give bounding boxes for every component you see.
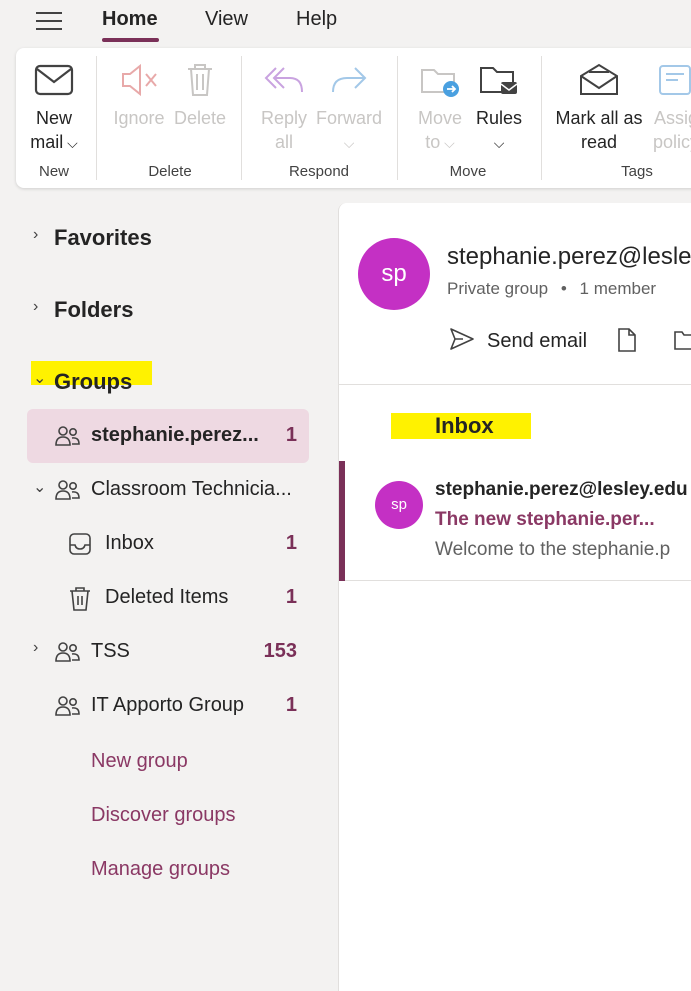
group-avatar: sp xyxy=(358,238,430,310)
new-group-link[interactable]: New group xyxy=(91,750,188,773)
separator-dot-icon: • xyxy=(560,279,567,298)
message-list-item[interactable]: sp stephanie.perez@lesley.edu The new st… xyxy=(339,461,691,581)
folder-item-deleted[interactable]: Deleted Items 1 xyxy=(27,571,309,625)
people-icon xyxy=(55,642,80,662)
delete-button[interactable]: Delete xyxy=(170,62,230,130)
files-icon[interactable] xyxy=(617,327,637,353)
ribbon-divider xyxy=(397,56,398,180)
people-icon xyxy=(55,696,80,716)
unread-count: 1 xyxy=(285,586,297,608)
forward-icon xyxy=(332,67,367,93)
reply-all-icon xyxy=(264,67,303,93)
trash-icon xyxy=(70,587,90,611)
groups-header[interactable]: Groups xyxy=(54,369,132,395)
group-label-move: Move xyxy=(449,163,487,180)
inbox-heading: Inbox xyxy=(435,413,494,438)
rules-button[interactable]: Rules ⌵ xyxy=(472,62,526,155)
trash-icon xyxy=(188,64,212,96)
mark-all-read-button[interactable]: Mark all as read xyxy=(552,62,646,154)
message-sender: stephanie.perez@lesley.edu xyxy=(435,479,688,500)
folder-label: Deleted Items xyxy=(105,586,229,608)
group-label: IT Apporto Group xyxy=(91,694,245,716)
chevron-down-icon: ⌵ xyxy=(440,135,455,151)
folder-item-inbox[interactable]: Inbox 1 xyxy=(27,517,309,571)
header-divider xyxy=(339,384,691,385)
assign-policy-button[interactable]: Assig policy xyxy=(646,62,691,154)
group-label-tags: Tags xyxy=(621,163,653,180)
group-label-delete: Delete xyxy=(148,163,192,180)
group-name: stephanie.perez@lesle xyxy=(447,243,691,270)
group-label: TSS xyxy=(91,640,130,662)
chevron-down-icon: ⌵ xyxy=(343,135,355,151)
group-item-stephanie[interactable]: stephanie.perez... 1 xyxy=(27,409,309,463)
people-icon xyxy=(55,426,80,446)
ribbon-divider xyxy=(541,56,542,180)
folder-move-icon xyxy=(421,69,459,97)
selected-indicator xyxy=(339,461,345,581)
chevron-right-icon[interactable]: › xyxy=(33,226,38,244)
tab-view[interactable]: View xyxy=(205,8,248,31)
move-to-button[interactable]: Move to ⌵ xyxy=(410,62,470,155)
chevron-down-icon: ⌵ xyxy=(63,135,78,151)
group-label-new: New xyxy=(38,163,69,180)
folder-pane: › Favorites › Folders ⌄ Groups stephanie… xyxy=(0,188,338,991)
chevron-right-icon[interactable]: › xyxy=(33,298,38,316)
group-content-pane: sp stephanie.perez@lesle Private group •… xyxy=(338,203,691,991)
ribbon-divider xyxy=(96,56,97,180)
privacy-label: Private group xyxy=(447,279,549,298)
message-preview: Welcome to the stephanie.p xyxy=(435,539,671,560)
message-subject: The new stephanie.per... xyxy=(435,509,655,530)
discover-groups-link[interactable]: Discover groups xyxy=(91,804,236,827)
rules-folder-icon xyxy=(480,67,518,94)
folders-header[interactable]: Folders xyxy=(54,297,133,323)
tab-help[interactable]: Help xyxy=(296,8,337,31)
group-label-respond: Respond xyxy=(288,163,350,180)
policy-icon xyxy=(659,65,691,95)
mail-read-icon xyxy=(580,63,618,95)
folder-icon[interactable] xyxy=(674,329,691,351)
active-tab-indicator xyxy=(102,38,159,42)
chevron-right-icon[interactable]: › xyxy=(33,639,38,657)
mute-icon xyxy=(122,63,157,97)
mail-icon xyxy=(34,64,74,96)
people-icon xyxy=(55,480,80,500)
ignore-button[interactable]: Ignore xyxy=(110,62,168,130)
member-count[interactable]: 1 member xyxy=(580,279,657,298)
group-label: Classroom Technicia... xyxy=(91,478,292,500)
favorites-header[interactable]: Favorites xyxy=(54,225,152,251)
tab-home[interactable]: Home xyxy=(102,8,158,31)
unread-count: 153 xyxy=(263,640,297,662)
ribbon-toolbar: New mail ⌵ New Ignore Delete Delete Repl… xyxy=(16,48,691,188)
forward-button[interactable]: Forward ⌵ xyxy=(316,62,382,155)
group-meta: Private group • 1 member xyxy=(447,279,656,299)
manage-groups-link[interactable]: Manage groups xyxy=(91,858,230,881)
ribbon-divider xyxy=(241,56,242,180)
chevron-down-icon: ⌵ xyxy=(493,135,505,151)
new-mail-button[interactable]: New mail ⌵ xyxy=(20,62,88,155)
folder-label: Inbox xyxy=(105,532,154,554)
group-item-tss[interactable]: › TSS 153 xyxy=(27,625,309,679)
group-label: stephanie.perez... xyxy=(91,424,259,446)
group-item-it-apporto[interactable]: IT Apporto Group 1 xyxy=(27,679,309,733)
inbox-icon xyxy=(69,533,91,555)
chevron-down-icon[interactable]: ⌄ xyxy=(33,477,46,497)
send-icon xyxy=(450,328,474,350)
unread-count: 1 xyxy=(285,532,297,554)
sender-avatar: sp xyxy=(375,481,423,529)
send-email-button[interactable]: Send email xyxy=(449,327,587,353)
unread-count: 1 xyxy=(285,424,297,446)
reply-all-button[interactable]: Reply all xyxy=(254,62,314,154)
group-item-classroom[interactable]: ⌄ Classroom Technicia... xyxy=(27,463,309,517)
chevron-down-icon[interactable]: ⌄ xyxy=(33,368,46,388)
unread-count: 1 xyxy=(285,694,297,716)
top-tab-bar: Home View Help xyxy=(0,0,691,48)
hamburger-menu-icon[interactable] xyxy=(36,10,62,32)
